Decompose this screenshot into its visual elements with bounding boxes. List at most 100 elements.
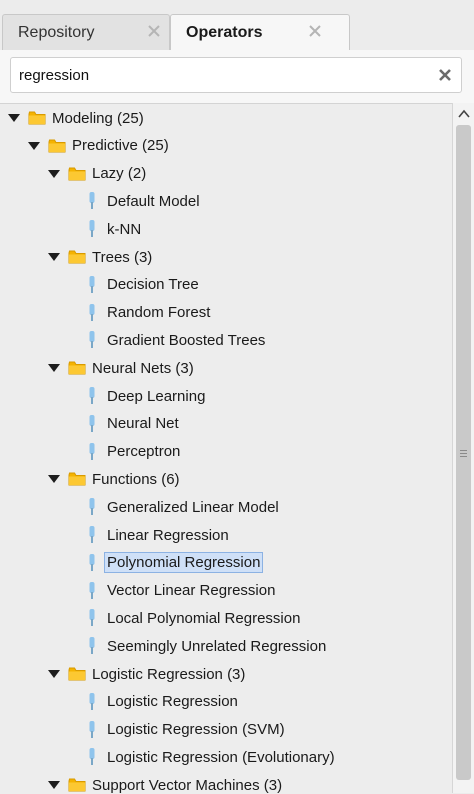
tree-folder[interactable]: Predictive (25): [28, 134, 169, 158]
tree-operator[interactable]: Gradient Boosted Trees: [88, 328, 265, 352]
operator-label: Random Forest: [107, 304, 211, 322]
search-box: [10, 57, 462, 93]
operator-label: Decision Tree: [107, 276, 199, 294]
operator-icon: [88, 720, 96, 739]
expand-caret-icon[interactable]: [8, 114, 20, 122]
operator-label: Local Polynomial Regression: [107, 609, 301, 627]
operator-label: Vector Linear Regression: [107, 582, 276, 600]
operator-icon: [88, 442, 96, 461]
thumb-grip: [460, 450, 467, 451]
tree-operator[interactable]: Logistic Regression (Evolutionary): [88, 745, 335, 769]
tree-folder[interactable]: Lazy (2): [48, 162, 146, 186]
operator-label: Logistic Regression (SVM): [107, 721, 285, 739]
operator-icon: [88, 303, 96, 322]
operator-label: k-NN: [107, 220, 142, 238]
operator-label: Logistic Regression (Evolutionary): [107, 748, 335, 766]
folder-icon: [48, 139, 66, 153]
tab-bar: Repository Operators: [0, 0, 474, 51]
tree-operator[interactable]: Seemingly Unrelated Regression: [88, 634, 326, 658]
tree-folder[interactable]: Functions (6): [48, 467, 180, 491]
clear-search-icon[interactable]: [437, 67, 453, 83]
folder-icon: [68, 167, 86, 181]
folder-label: Functions (6): [92, 470, 180, 488]
folder-icon: [28, 111, 46, 125]
tree-folder[interactable]: Support Vector Machines (3): [48, 773, 282, 794]
expand-caret-icon[interactable]: [48, 475, 60, 484]
operator-label: Default Model: [107, 192, 200, 210]
close-icon[interactable]: [146, 23, 162, 39]
tree-operator[interactable]: Vector Linear Regression: [88, 579, 275, 603]
folder-label: Predictive (25): [72, 137, 169, 155]
operator-icon: [88, 220, 96, 238]
operator-label: Deep Learning: [107, 387, 206, 405]
expand-caret-icon[interactable]: [48, 670, 60, 678]
search-input[interactable]: [17, 65, 431, 85]
expand-caret-icon[interactable]: [48, 253, 60, 261]
tree-operator[interactable]: Logistic Regression (SVM): [88, 718, 285, 742]
operator-label: Seemingly Unrelated Regression: [107, 637, 327, 655]
operator-icon: [88, 692, 96, 711]
operator-label: Generalized Linear Model: [107, 498, 279, 516]
tree-folder[interactable]: Trees (3): [48, 245, 152, 269]
tree-operator[interactable]: Default Model: [88, 189, 200, 213]
operator-icon: [88, 581, 96, 600]
operator-tree: Modeling (25) Predictive (25) Lazy (2) Defa…: [0, 103, 452, 794]
operator-icon: [88, 414, 96, 433]
operator-icon: [88, 275, 96, 294]
operator-label: Polynomial Regression: [104, 552, 264, 574]
scrollbar-thumb[interactable]: [456, 125, 471, 780]
operator-icon: [88, 553, 96, 572]
expand-caret-icon[interactable]: [28, 141, 40, 150]
tree-operator[interactable]: Linear Regression: [88, 523, 229, 547]
tree-operator[interactable]: Decision Tree: [88, 273, 199, 297]
expand-caret-icon[interactable]: [48, 169, 60, 178]
tree-operator[interactable]: Random Forest: [88, 301, 210, 325]
tree-folder[interactable]: Logistic Regression (3): [48, 662, 245, 686]
tree-operator[interactable]: k-NN: [88, 217, 141, 241]
tab-repository-label: Repository: [18, 23, 95, 41]
tree-operator[interactable]: Logistic Regression: [88, 690, 238, 714]
operator-label: Gradient Boosted Trees: [107, 331, 266, 349]
operator-icon: [88, 609, 96, 627]
tree-operator[interactable]: Neural Net: [88, 412, 179, 436]
tree-operator[interactable]: Local Polynomial Regression: [88, 606, 300, 630]
folder-label: Neural Nets (3): [92, 359, 194, 377]
operator-label: Perceptron: [107, 443, 181, 461]
folder-icon: [68, 250, 86, 264]
folder-label: Logistic Regression (3): [92, 665, 246, 683]
operator-icon: [88, 192, 96, 210]
folder-label: Modeling (25): [52, 109, 144, 127]
folder-icon: [68, 361, 86, 375]
operator-icon: [88, 637, 96, 655]
folder-label: Support Vector Machines (3): [92, 776, 283, 794]
tab-operators-label: Operators: [186, 23, 263, 41]
folder-icon: [68, 778, 86, 792]
scroll-up-icon[interactable]: [457, 107, 471, 119]
tree-operator[interactable]: Polynomial Regression: [88, 551, 264, 575]
operator-icon: [88, 498, 96, 516]
operator-icon: [88, 331, 96, 349]
tree-folder[interactable]: Modeling (25): [8, 106, 144, 130]
operator-label: Neural Net: [107, 415, 179, 433]
tree-operator[interactable]: Deep Learning: [88, 384, 205, 408]
folder-icon: [68, 472, 86, 486]
folder-icon: [68, 667, 86, 681]
operator-label: Linear Regression: [107, 526, 229, 544]
operators-panel: Modeling (25) Predictive (25) Lazy (2) Defa…: [0, 50, 474, 794]
tree-operator[interactable]: Generalized Linear Model: [88, 495, 279, 519]
operator-icon: [88, 748, 96, 766]
thumb-grip: [460, 453, 467, 454]
folder-label: Lazy (2): [92, 165, 147, 183]
tree-operator[interactable]: Perceptron: [88, 440, 180, 464]
tab-repository[interactable]: Repository: [2, 14, 170, 50]
operator-label: Logistic Regression: [107, 693, 238, 711]
tree-folder[interactable]: Neural Nets (3): [48, 356, 194, 380]
expand-caret-icon[interactable]: [48, 781, 60, 790]
operator-icon: [88, 526, 96, 544]
tab-operators[interactable]: Operators: [170, 14, 350, 51]
expand-caret-icon[interactable]: [48, 364, 60, 373]
operator-icon: [88, 387, 96, 405]
thumb-grip: [460, 456, 467, 457]
vertical-scrollbar[interactable]: [452, 103, 474, 793]
close-icon[interactable]: [307, 23, 323, 39]
